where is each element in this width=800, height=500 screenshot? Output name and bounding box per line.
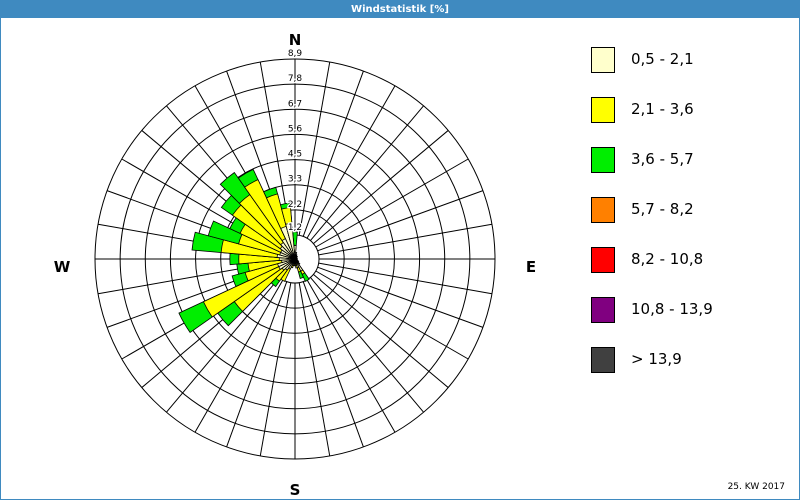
legend-swatch <box>591 197 615 223</box>
legend-label: 0,5 - 2,1 <box>631 50 694 68</box>
legend-swatch <box>591 247 615 273</box>
radial-tick-label: 7,8 <box>288 74 303 84</box>
radial-tick-label: 4,5 <box>288 150 302 160</box>
grid-spoke <box>313 130 449 244</box>
radial-tick-label: 1,2 <box>288 223 302 233</box>
grid-spoke <box>298 282 331 457</box>
west-label: W <box>54 258 71 276</box>
grid-spoke <box>318 223 493 256</box>
radial-tick-label: 8,9 <box>288 49 303 59</box>
legend-label: 5,7 - 8,2 <box>631 200 694 218</box>
legend-label: 3,6 - 5,7 <box>631 150 694 168</box>
grid-spoke <box>302 70 364 237</box>
legend-swatch <box>591 147 615 173</box>
legend-label: 10,8 - 13,9 <box>631 300 713 318</box>
legend-label: 2,1 - 3,6 <box>631 100 694 118</box>
south-label: S <box>290 481 301 499</box>
legend-swatch <box>591 97 615 123</box>
grid-spoke <box>315 270 469 360</box>
radial-tick-label: 3,3 <box>288 175 302 185</box>
grid-spoke <box>306 85 396 239</box>
grid-spoke <box>310 105 424 241</box>
legend-swatch <box>591 47 615 73</box>
grid-spoke <box>313 274 449 388</box>
grid-spoke <box>317 190 484 252</box>
east-label: E <box>526 258 536 276</box>
radial-tick-label: 2,2 <box>288 200 302 210</box>
legend-swatch <box>591 297 615 323</box>
north-label: N <box>289 31 302 49</box>
legend-swatch <box>591 347 615 373</box>
period-label: 25. KW 2017 <box>727 482 785 492</box>
grid-spoke <box>317 266 484 328</box>
chart-window: Windstatistik [%] 1,2 2,2 3,3 4,5 5,6 6,7 7,8 8… <box>0 0 800 500</box>
grid-spoke <box>306 279 396 433</box>
legend-label: > 13,9 <box>631 350 682 368</box>
grid-spoke <box>259 282 292 457</box>
grid-spoke <box>298 61 331 236</box>
grid-spoke <box>318 262 493 295</box>
grid-spoke <box>315 158 469 248</box>
grid-spoke <box>302 281 364 448</box>
grid-spoke <box>310 277 424 413</box>
radial-tick-label: 6,7 <box>288 99 302 109</box>
radial-tick-label: 5,6 <box>288 124 303 134</box>
legend-label: 8,2 - 10,8 <box>631 250 704 268</box>
